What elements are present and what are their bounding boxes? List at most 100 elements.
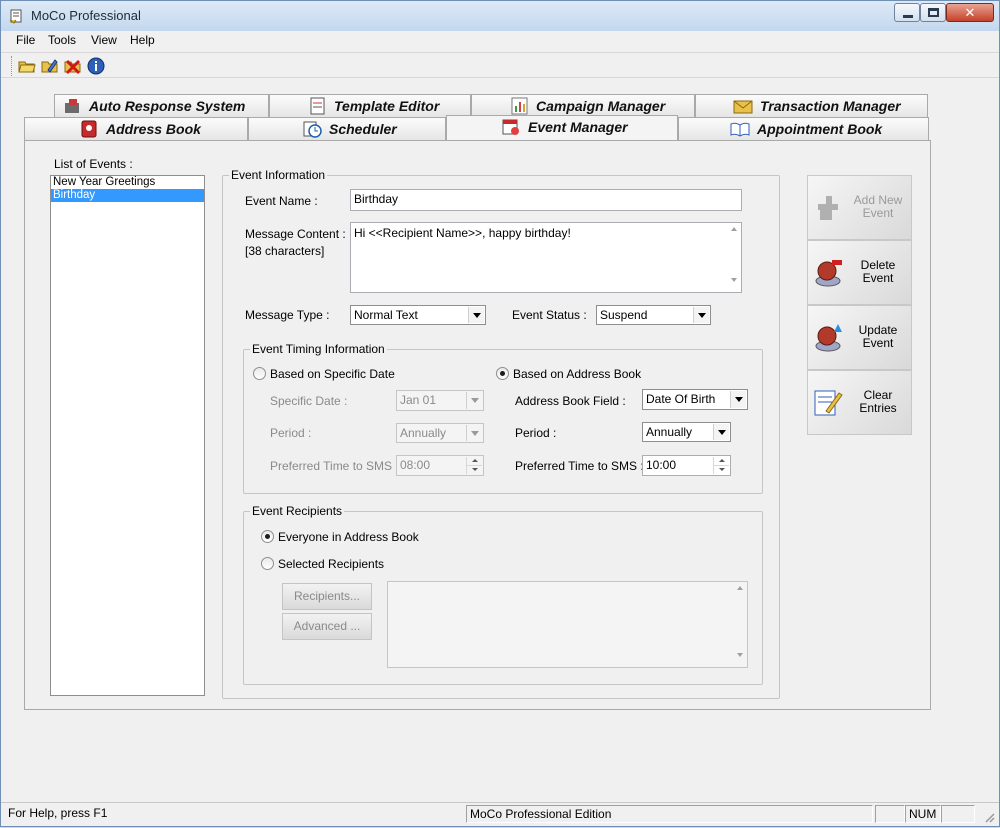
specific-date-radio-label[interactable]: Based on Specific Date: [270, 367, 395, 381]
address-book-radio[interactable]: [496, 367, 509, 380]
minimize-button[interactable]: [894, 3, 920, 22]
period-select-left[interactable]: Annually: [396, 423, 484, 443]
message-type-select[interactable]: Normal Text: [350, 305, 486, 325]
spin-down-icon[interactable]: [467, 466, 482, 475]
tab-appointment-book[interactable]: Appointment Book: [678, 117, 929, 140]
message-scrollbar[interactable]: [727, 223, 741, 292]
menu-tools[interactable]: Tools: [48, 33, 76, 47]
chevron-down-icon[interactable]: [730, 391, 746, 408]
event-status-select[interactable]: Suspend: [596, 305, 711, 325]
tab-label: Address Book: [106, 121, 201, 137]
preferred-time-value-left: 08:00: [400, 458, 431, 472]
event-status-value: Suspend: [600, 308, 648, 322]
tab-label: Appointment Book: [757, 121, 883, 137]
add-event-icon: [818, 196, 838, 220]
time-spinner-left[interactable]: [466, 457, 482, 474]
preferred-time-label-right: Preferred Time to SMS :: [515, 459, 644, 473]
menu-view[interactable]: View: [91, 33, 117, 47]
time-spinner-right[interactable]: [713, 457, 729, 474]
scroll-up-icon[interactable]: [733, 586, 747, 594]
status-caps: [875, 805, 905, 823]
recipients-button[interactable]: Recipients...: [282, 583, 372, 610]
recipients-textarea[interactable]: [387, 581, 748, 668]
events-listbox[interactable]: New Year Greetings Birthday: [50, 175, 205, 696]
chevron-down-icon[interactable]: [466, 392, 482, 409]
character-count: [38 characters]: [245, 244, 325, 258]
event-name-input[interactable]: Birthday: [350, 189, 742, 211]
edit-icon[interactable]: [40, 56, 60, 76]
chevron-down-icon[interactable]: [466, 425, 482, 441]
address-book-field-select[interactable]: Date Of Birth: [642, 389, 748, 410]
tab-transaction-manager[interactable]: Transaction Manager: [695, 94, 928, 117]
message-content-textarea[interactable]: Hi <<Recipient Name>>, happy birthday!: [350, 222, 742, 293]
chevron-down-icon[interactable]: [468, 307, 484, 323]
clear-entries-label: Clear Entries: [859, 388, 897, 415]
list-item[interactable]: New Year Greetings: [51, 176, 204, 189]
tab-auto-response-system[interactable]: Auto Response System: [54, 94, 269, 117]
everyone-radio-label[interactable]: Everyone in Address Book: [278, 530, 419, 544]
toolbar-grip[interactable]: [11, 56, 14, 76]
clear-entries-button[interactable]: Clear Entries: [807, 370, 912, 435]
tab-address-book[interactable]: Address Book: [24, 117, 248, 140]
tab-label: Template Editor: [334, 98, 440, 114]
message-type-label: Message Type :: [245, 308, 330, 322]
tab-label: Campaign Manager: [536, 98, 666, 114]
period-select-right[interactable]: Annually: [642, 422, 731, 442]
scroll-up-icon[interactable]: [727, 227, 741, 235]
tab-template-editor[interactable]: Template Editor: [269, 94, 471, 117]
message-type-value: Normal Text: [354, 308, 418, 322]
status-help: For Help, press F1: [8, 806, 108, 820]
specific-date-select[interactable]: Jan 01: [396, 390, 484, 411]
advanced-button[interactable]: Advanced ...: [282, 613, 372, 640]
address-book-radio-label[interactable]: Based on Address Book: [513, 367, 641, 381]
clear-entries-icon: [814, 390, 843, 416]
resize-grip-icon[interactable]: [983, 811, 995, 823]
tab-event-manager[interactable]: Event Manager: [446, 115, 678, 140]
close-button[interactable]: ✕: [946, 3, 994, 22]
info-icon[interactable]: [86, 56, 106, 76]
notepad-icon: [310, 97, 325, 115]
open-folder-icon[interactable]: [17, 56, 37, 76]
menu-file[interactable]: File: [16, 33, 35, 47]
add-new-event-button[interactable]: Add New Event: [807, 175, 912, 240]
scroll-down-icon[interactable]: [733, 653, 747, 661]
spin-up-icon[interactable]: [714, 457, 729, 466]
tab-label: Event Manager: [528, 119, 628, 135]
toolbar: [1, 52, 999, 78]
period-value-right: Annually: [646, 425, 693, 439]
list-item[interactable]: Birthday: [51, 189, 204, 202]
tab-campaign-manager[interactable]: Campaign Manager: [471, 94, 695, 117]
preferred-time-input-left[interactable]: 08:00: [396, 455, 484, 476]
selected-recipients-radio-label[interactable]: Selected Recipients: [278, 557, 384, 571]
delete-icon[interactable]: [63, 56, 83, 76]
selected-recipients-radio[interactable]: [261, 557, 274, 570]
address-book-icon: [81, 120, 97, 138]
everyone-radio[interactable]: [261, 530, 274, 543]
update-event-label: Update Event: [858, 323, 898, 350]
maximize-button[interactable]: [920, 3, 946, 22]
specific-date-radio[interactable]: [253, 367, 266, 380]
envelope-icon: [733, 100, 753, 114]
spin-up-icon[interactable]: [467, 457, 482, 466]
delete-event-button[interactable]: Delete Event: [807, 240, 912, 305]
tab-scheduler[interactable]: Scheduler: [248, 117, 446, 140]
phone-icon: [65, 99, 79, 113]
status-scroll: [941, 805, 975, 823]
window-title: MoCo Professional: [31, 8, 141, 23]
title-bar[interactable]: MoCo Professional ✕: [1, 1, 999, 31]
minimize-icon: [903, 15, 913, 18]
app-icon: [9, 9, 22, 24]
specific-date-value: Jan 01: [400, 393, 437, 407]
group-title: Event Timing Information: [250, 342, 387, 356]
spin-down-icon[interactable]: [714, 466, 729, 475]
event-name-label: Event Name :: [245, 194, 318, 208]
maximize-icon: [928, 8, 939, 17]
scroll-down-icon[interactable]: [727, 278, 741, 286]
menu-help[interactable]: Help: [130, 33, 155, 47]
recipients-scrollbar[interactable]: [733, 582, 747, 667]
clock-icon: [303, 121, 322, 138]
chevron-down-icon[interactable]: [713, 424, 729, 440]
update-event-button[interactable]: Update Event: [807, 305, 912, 370]
preferred-time-input-right[interactable]: 10:00: [642, 455, 731, 476]
chevron-down-icon[interactable]: [693, 307, 709, 323]
